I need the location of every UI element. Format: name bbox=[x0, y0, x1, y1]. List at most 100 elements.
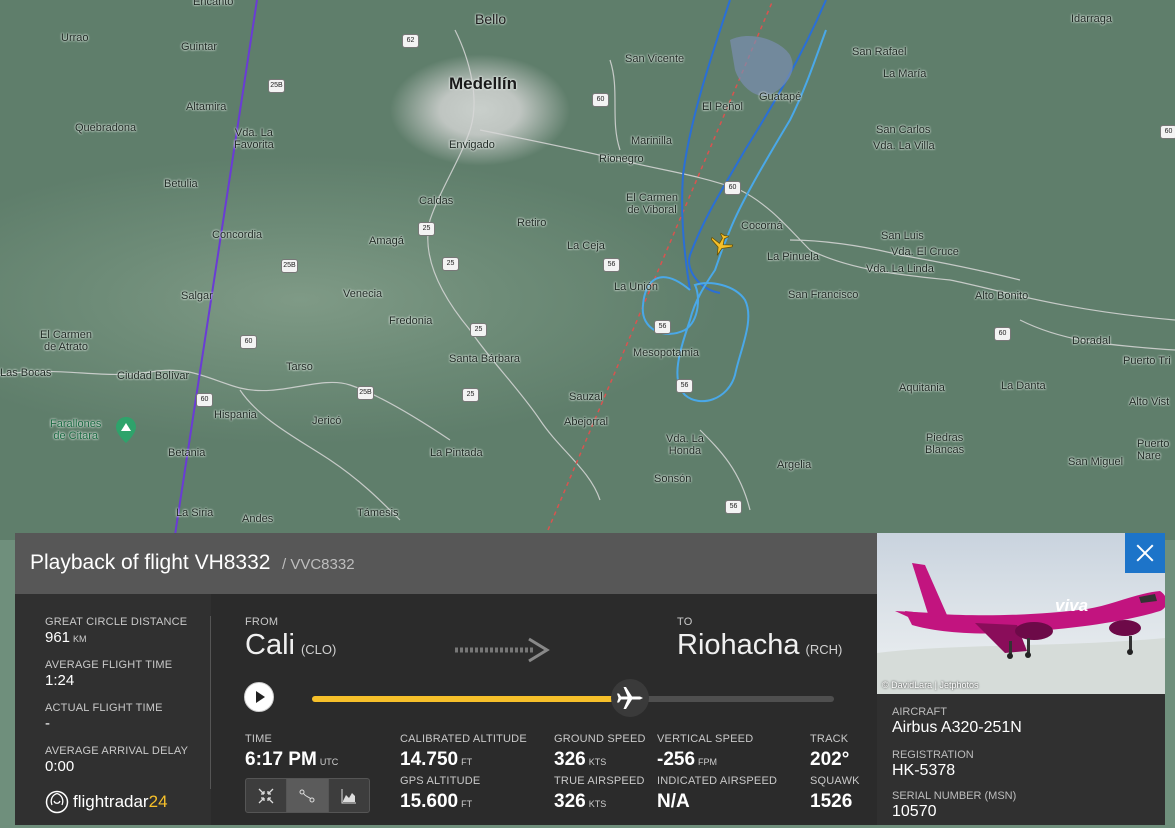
map-label-santa-barbara: Santa Bárbara bbox=[449, 353, 520, 365]
road-shield: 56 bbox=[725, 500, 742, 514]
map-label-las-bocas: Las Bocas bbox=[0, 367, 52, 379]
expand-icon bbox=[258, 788, 274, 803]
road-shield: 25B bbox=[268, 79, 285, 93]
map-label-alto-vist: Alto Vist bbox=[1129, 396, 1170, 408]
tas-label: TRUE AIRSPEED bbox=[554, 775, 645, 787]
vs-unit: FPM bbox=[698, 757, 718, 767]
view-route-button[interactable] bbox=[287, 779, 329, 812]
map-label-salgar: Salgar bbox=[181, 290, 213, 302]
ias-value: N/A bbox=[657, 791, 690, 812]
close-button[interactable] bbox=[1125, 533, 1165, 573]
vs-label: VERTICAL SPEED bbox=[657, 733, 754, 745]
logo-text: flightradar bbox=[73, 792, 149, 811]
playback-timeline[interactable] bbox=[312, 696, 834, 702]
map-label-vda-la-honda: Vda. La Honda bbox=[666, 433, 704, 457]
map-label-la-ceja: La Ceja bbox=[567, 240, 605, 252]
play-button[interactable] bbox=[244, 682, 274, 712]
from-label: FROM bbox=[245, 616, 279, 628]
road-shield: 56 bbox=[654, 320, 671, 334]
road-shield: 60 bbox=[240, 335, 257, 349]
map-label-farallones: Farallones de Citara bbox=[50, 418, 102, 442]
aircraft-info-panel: viva © DavidLara | Jetphotos AIRCRAFT Ai… bbox=[877, 533, 1165, 825]
map-label-amaga: Amagá bbox=[369, 235, 404, 247]
aircraft-photo[interactable]: viva © DavidLara | Jetphotos bbox=[877, 533, 1165, 694]
road-shield: 56 bbox=[676, 379, 693, 393]
road-shield: 60 bbox=[196, 393, 213, 407]
track-value: 202° bbox=[810, 749, 850, 770]
track-label: TRACK bbox=[810, 733, 849, 745]
map-label-san-rafael: San Rafael bbox=[852, 46, 907, 58]
road-shield: 60 bbox=[724, 181, 741, 195]
map-label-envigado: Envigado bbox=[449, 139, 495, 151]
map-label-el-carmen-de-viboral: El Carmen de Viboral bbox=[626, 192, 678, 216]
direction-arrow-icon bbox=[455, 637, 550, 663]
map-label-hispania: Hispania bbox=[214, 409, 257, 421]
road-shield: 25B bbox=[281, 259, 298, 273]
radar-logo-icon bbox=[45, 790, 69, 814]
map-label-la-danta: La Danta bbox=[1001, 380, 1046, 392]
road-shield: 25 bbox=[470, 323, 487, 337]
map-label-bello: Bello bbox=[475, 11, 507, 27]
logo-number: 24 bbox=[148, 792, 168, 811]
aft-value: 1:24 bbox=[45, 672, 75, 689]
aircraft-livery-text: viva bbox=[1055, 596, 1088, 615]
map-label-argelia: Argelia bbox=[777, 459, 812, 471]
msn-value: 10570 bbox=[892, 803, 937, 820]
gcd-unit: KM bbox=[73, 634, 87, 644]
map-label-alto-bonito: Alto Bonito bbox=[975, 290, 1029, 302]
map-label-la-union: La Unión bbox=[614, 281, 659, 293]
map-label-urrao: Urrao bbox=[61, 32, 89, 44]
map-label-aquitania: Aquitania bbox=[899, 382, 945, 394]
registration-value: HK-5378 bbox=[892, 762, 956, 779]
map-label-la-pintada: La Pintada bbox=[430, 447, 483, 459]
destination: Riohacha (RCH) bbox=[677, 629, 842, 662]
road-shield: 25 bbox=[462, 388, 479, 402]
map-label-puerto-nare: Puerto Nare bbox=[1137, 438, 1170, 462]
flightradar24-logo[interactable]: flightradar 24 bbox=[45, 790, 168, 814]
aad-label: AVERAGE ARRIVAL DELAY bbox=[45, 745, 189, 757]
aircraft-type-value: Airbus A320-251N bbox=[892, 719, 1022, 736]
map-label-abejorral: Abejorral bbox=[564, 416, 609, 428]
view-chart-button[interactable] bbox=[329, 779, 369, 812]
callsign: / VVC8332 bbox=[282, 556, 355, 573]
map-label-san-francisco: San Francisco bbox=[788, 289, 859, 301]
gs-label: GROUND SPEED bbox=[554, 733, 646, 745]
road-shield: 60 bbox=[592, 93, 609, 107]
aad-value: 0:00 bbox=[45, 758, 75, 775]
map-label-rionegro: Rionegro bbox=[599, 153, 644, 165]
map-label-san-miguel: San Miguel bbox=[1068, 456, 1124, 468]
map-label-betulia: Betulia bbox=[164, 178, 198, 190]
to-label: TO bbox=[677, 616, 693, 628]
panel-header: Playback of flight VH8332 / VVC8332 bbox=[15, 533, 877, 594]
squawk-value: 1526 bbox=[810, 791, 853, 812]
ias-label: INDICATED AIRSPEED bbox=[657, 775, 778, 787]
map-label-andes: Andes bbox=[242, 513, 274, 525]
map-label-el-carmen-de-atrato: El Carmen de Atrato bbox=[40, 329, 92, 353]
origin-city: Cali bbox=[245, 629, 295, 661]
view-3d-button[interactable] bbox=[246, 779, 288, 812]
map-label-guatape: Guatapé bbox=[759, 91, 802, 103]
flight-map[interactable]: Encanto Bello Medellín Urrao Guintar Alt… bbox=[0, 0, 1175, 540]
gs-unit: KTS bbox=[588, 757, 607, 767]
plane-icon bbox=[617, 687, 643, 709]
act-label: ACTUAL FLIGHT TIME bbox=[45, 702, 163, 714]
map-label-betania: Betania bbox=[168, 447, 206, 459]
photo-credit: © DavidLara | Jetphotos bbox=[882, 680, 979, 690]
tas-value: 326 bbox=[554, 791, 586, 812]
map-label-guintar: Guintar bbox=[181, 41, 218, 53]
cal-alt-label: CALIBRATED ALTITUDE bbox=[400, 733, 527, 745]
msn-label: SERIAL NUMBER (MSN) bbox=[892, 790, 1017, 802]
map-label-la-favorita: Vda. La Favorita bbox=[234, 127, 274, 151]
map-label-caldas: Caldas bbox=[419, 195, 454, 207]
destination-city: Riohacha bbox=[677, 629, 800, 661]
map-label-concordia: Concordia bbox=[212, 229, 263, 241]
map-label-venecia: Venecia bbox=[343, 288, 383, 300]
timeline-handle[interactable] bbox=[611, 679, 649, 717]
map-label-fredonia: Fredonia bbox=[389, 315, 433, 327]
squawk-label: SQUAWK bbox=[810, 775, 860, 787]
road-shield: 56 bbox=[603, 258, 620, 272]
view-mode-toggle bbox=[245, 778, 370, 813]
gps-alt-value: 15.600 bbox=[400, 791, 459, 812]
map-label-encanto: Encanto bbox=[193, 0, 234, 8]
time-value: 6:17 PM bbox=[245, 749, 317, 770]
